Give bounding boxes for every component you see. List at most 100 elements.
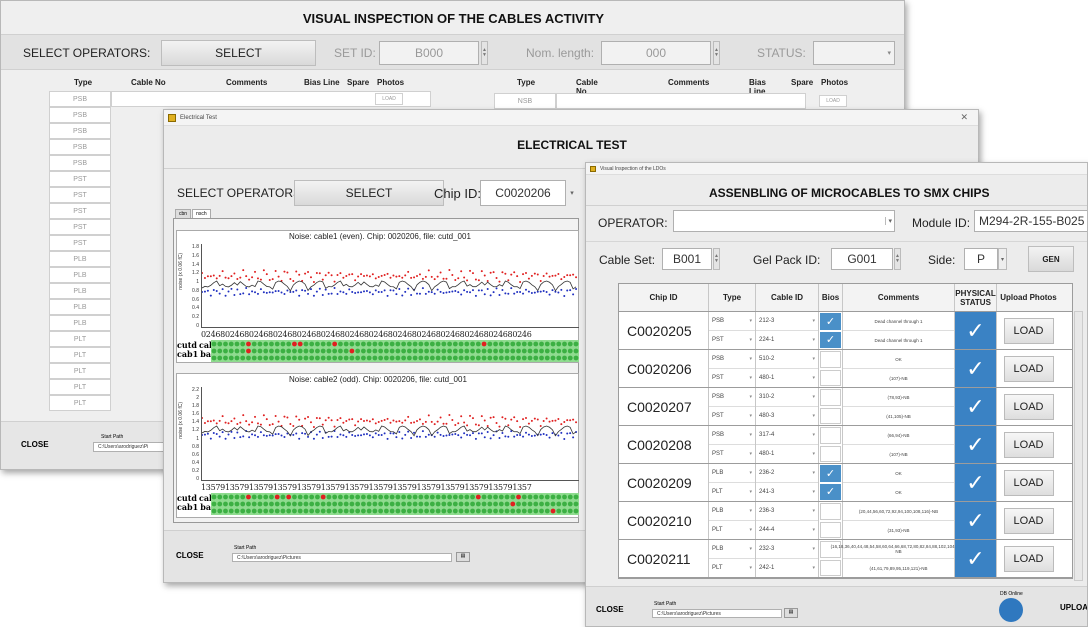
physical-status-indicator[interactable]: ✓ [955, 540, 997, 577]
type-cell[interactable]: PSB [49, 107, 111, 123]
close-button[interactable]: CLOSE [596, 605, 624, 614]
type-cell[interactable]: PST [49, 235, 111, 251]
bios-checkbox[interactable] [820, 521, 841, 538]
type-select[interactable]: PLT ▾ [709, 483, 755, 501]
physical-status-indicator[interactable]: ✓ [955, 426, 997, 463]
type-cell[interactable]: PLT [49, 395, 111, 411]
nom-length-field[interactable]: 000 [601, 41, 711, 65]
comment-field[interactable]: (41,61,79,89,95,119,121)-NB [843, 559, 954, 577]
type-select[interactable]: PST ▾ [709, 407, 755, 425]
right-type-cell[interactable]: NSB [494, 93, 556, 109]
load-button[interactable]: LOAD [1003, 545, 1054, 572]
comment-field[interactable]: (41,105)-NB [843, 407, 954, 425]
cable-id-select[interactable]: 244-4 ▾ [756, 521, 818, 539]
comment-field[interactable]: (78,93)-NB [843, 388, 954, 407]
bios-checkbox[interactable]: ✓ [820, 331, 841, 348]
photos-load-button-2[interactable]: LOAD [819, 95, 847, 107]
physical-status-indicator[interactable]: ✓ [955, 350, 997, 387]
close-button[interactable]: CLOSE [176, 551, 204, 560]
type-select[interactable]: PST ▾ [709, 369, 755, 387]
side-select[interactable]: P [964, 248, 998, 270]
set-id-spinner[interactable]: ▲ ▼ [481, 41, 488, 65]
type-select[interactable]: PLT ▾ [709, 559, 755, 577]
type-select[interactable]: PLB ▾ [709, 502, 755, 521]
bios-checkbox[interactable]: ✓ [820, 313, 841, 330]
cable-id-select[interactable]: 480-1 ▾ [756, 445, 818, 463]
set-id-field[interactable]: B000 [379, 41, 479, 65]
cable-set-spinner[interactable]: ▲ ▼ [713, 248, 720, 270]
cable-id-select[interactable]: 241-3 ▾ [756, 483, 818, 501]
bios-checkbox[interactable] [820, 389, 841, 406]
folder-icon[interactable]: ▤ [784, 608, 798, 618]
chevron-down-icon[interactable]: ▾ [566, 180, 578, 206]
comment-field[interactable]: Dead channel through 1 [843, 312, 954, 331]
type-cell[interactable]: PSB [49, 155, 111, 171]
comment-field[interactable]: OK [843, 350, 954, 369]
close-icon[interactable]: ✕ [960, 112, 974, 123]
start-path-field[interactable]: C:\Users\arodriguez\Pi [93, 442, 165, 452]
bios-checkbox[interactable]: ✓ [820, 483, 841, 500]
comment-field[interactable]: (107)-NB [843, 369, 954, 387]
type-select[interactable]: PLT ▾ [709, 521, 755, 539]
type-cell[interactable]: PST [49, 219, 111, 235]
chip-id-field[interactable]: C0020206 [480, 180, 566, 206]
status-select[interactable]: ▾ [813, 41, 895, 65]
bios-checkbox[interactable] [820, 369, 841, 386]
bios-checkbox[interactable]: ✓ [820, 465, 841, 482]
comment-field[interactable]: (20,44,56,60,72,92,94,100,108,116)-NB [843, 502, 954, 521]
type-select[interactable]: PSB ▾ [709, 312, 755, 331]
type-cell[interactable]: PSB [49, 139, 111, 155]
cable-id-select[interactable]: 510-2 ▾ [756, 350, 818, 369]
type-cell[interactable]: PLT [49, 347, 111, 363]
bios-checkbox[interactable] [820, 559, 841, 576]
scrollbar[interactable] [1074, 311, 1083, 581]
type-cell[interactable]: PLB [49, 299, 111, 315]
type-cell[interactable]: PST [49, 203, 111, 219]
start-path-field[interactable]: C:\Users\arodriguez\Pictures [652, 609, 782, 618]
type-select[interactable]: PST ▾ [709, 445, 755, 463]
cable-id-select[interactable]: 232-3 ▾ [756, 540, 818, 559]
type-cell[interactable]: PLT [49, 379, 111, 395]
type-cell[interactable]: PST [49, 187, 111, 203]
type-cell[interactable]: PLT [49, 363, 111, 379]
type-cell[interactable]: PLB [49, 283, 111, 299]
type-cell[interactable]: PLB [49, 267, 111, 283]
type-cell[interactable]: PSB [49, 91, 111, 107]
comment-field[interactable]: (107)-NB [843, 445, 954, 463]
type-select[interactable]: PLB ▾ [709, 464, 755, 483]
load-button[interactable]: LOAD [1003, 507, 1054, 534]
cable-set-field[interactable]: B001 [662, 248, 712, 270]
comment-field[interactable]: (16,18,36,40,44,48,54,58,60,64,66,68,72,… [831, 540, 966, 559]
cable-id-select[interactable]: 236-3 ▾ [756, 502, 818, 521]
operator-select[interactable]: ▾ [673, 210, 895, 232]
bios-checkbox[interactable] [820, 445, 841, 462]
start-path-field[interactable]: C:\Users\arodriguez\Pictures [232, 553, 452, 562]
type-select[interactable]: PSB ▾ [709, 388, 755, 407]
cable-id-select[interactable]: 480-3 ▾ [756, 407, 818, 425]
cable-id-select[interactable]: 480-1 ▾ [756, 369, 818, 387]
upload-button[interactable]: UPLOAD [1060, 603, 1087, 612]
cable-id-select[interactable]: 224-1 ▾ [756, 331, 818, 349]
cable-id-select[interactable]: 242-1 ▾ [756, 559, 818, 577]
nom-length-spinner[interactable]: ▲ ▼ [713, 41, 720, 65]
gel-pack-field[interactable]: G001 [831, 248, 893, 270]
load-button[interactable]: LOAD [1003, 355, 1054, 382]
type-cell[interactable]: PSB [49, 123, 111, 139]
type-cell[interactable]: PLB [49, 315, 111, 331]
select-operators-button[interactable]: SELECT [294, 180, 444, 206]
load-button[interactable]: LOAD [1003, 393, 1054, 420]
cable-id-select[interactable]: 310-2 ▾ [756, 388, 818, 407]
cable-id-select[interactable]: 236-2 ▾ [756, 464, 818, 483]
chevron-down-icon[interactable]: ▾ [998, 248, 1007, 270]
bios-checkbox[interactable] [820, 407, 841, 424]
gel-pack-spinner[interactable]: ▲ ▼ [894, 248, 901, 270]
load-button[interactable]: LOAD [1003, 431, 1054, 458]
comment-field[interactable]: (31,93)-NB [843, 521, 954, 539]
physical-status-indicator[interactable]: ✓ [955, 388, 997, 425]
bios-checkbox[interactable] [820, 427, 841, 444]
type-select[interactable]: PLB ▾ [709, 540, 755, 559]
type-cell[interactable]: PST [49, 171, 111, 187]
load-button[interactable]: LOAD [1003, 317, 1054, 344]
type-cell[interactable]: PLB [49, 251, 111, 267]
folder-icon[interactable]: ▤ [456, 552, 470, 562]
